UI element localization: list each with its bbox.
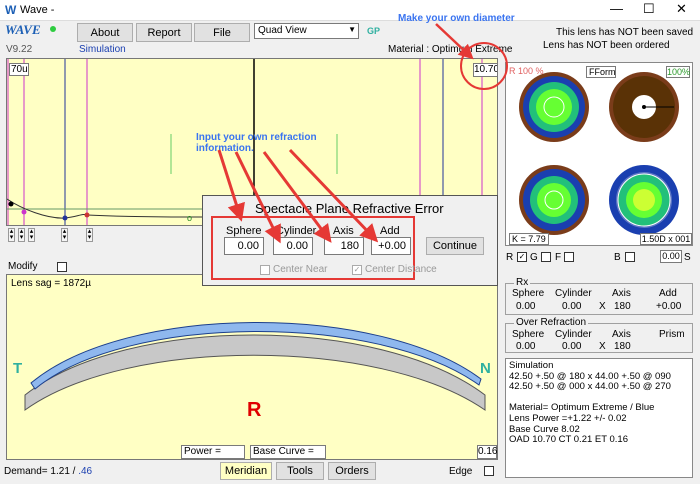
g-toggle-label: G xyxy=(530,252,538,263)
temporal-label: T xyxy=(13,360,23,377)
spinner-1[interactable]: ▴ ▾ xyxy=(8,228,15,242)
f-checkbox[interactable] xyxy=(564,252,574,262)
b-toggle-label: B xyxy=(614,252,621,263)
diameter-input[interactable]: 10.70 xyxy=(473,63,497,77)
s-value-field[interactable]: 0.00 xyxy=(660,250,682,263)
r-percent-label: R 100 % xyxy=(509,66,544,76)
edge-corner-value: 0.16 xyxy=(477,445,498,459)
meridian-button[interactable]: Meridian xyxy=(220,462,272,480)
title-bar: W Wave - — ☐ ✕ xyxy=(0,0,700,21)
sphere-header: Sphere xyxy=(226,225,262,237)
center-near-label: Center Near xyxy=(273,264,328,275)
maximize-button[interactable]: ☐ xyxy=(643,1,655,17)
eye-label: R xyxy=(247,399,262,421)
spinner-4[interactable]: ▴ ▾ xyxy=(61,228,68,242)
close-button[interactable]: ✕ xyxy=(676,1,687,17)
refraction-annotation-line1: Input your own refraction xyxy=(196,132,317,143)
gp-label: GP xyxy=(367,26,381,36)
material-label: Material : Optimum Extreme xyxy=(388,44,513,55)
rx-panel: Rx Sphere Cylinder Axis Add 0.00 0.00 X … xyxy=(505,277,693,315)
demand-value: .46 xyxy=(78,466,93,477)
version-label: V9.22 xyxy=(6,44,33,55)
not-saved-status: This lens has NOT been saved xyxy=(556,27,694,38)
axis-header: Axis xyxy=(333,225,354,237)
fluorescein-maps: R 100 % FForm 100% K = 7.79 1.50D x 001 xyxy=(505,62,693,246)
orders-button[interactable]: Orders xyxy=(328,462,376,480)
g-checkbox[interactable] xyxy=(541,252,551,262)
percent-value: 100% xyxy=(666,66,691,78)
continue-button[interactable]: Continue xyxy=(426,237,484,255)
center-near-checkbox[interactable] xyxy=(260,265,270,275)
report-button[interactable]: Report xyxy=(136,23,192,42)
file-button[interactable]: File xyxy=(194,23,250,42)
minimize-button[interactable]: — xyxy=(610,1,623,16)
center-distance-label: Center Distance xyxy=(365,264,437,275)
nasal-label: N xyxy=(480,360,491,377)
b-checkbox[interactable] xyxy=(625,252,635,262)
s-toggle-label: S xyxy=(684,252,691,263)
view-select[interactable]: Quad View ▼ xyxy=(254,23,359,39)
about-button[interactable]: About xyxy=(77,23,133,42)
rx-title: Rx xyxy=(514,277,531,288)
refraction-dialog: Spectacle Plane Refractive Error Sphere … xyxy=(202,195,498,286)
chevron-down-icon: ▼ xyxy=(348,25,356,34)
not-ordered-status: Lens has NOT been ordered xyxy=(543,40,670,51)
edge-label: Edge xyxy=(449,466,473,477)
center-distance-checkbox[interactable]: ✓ xyxy=(352,265,362,275)
f-toggle-label: F xyxy=(555,252,562,263)
k-value: K = 7.79 xyxy=(509,233,549,245)
demand-label: Demand= 1.21 / .46 xyxy=(4,466,93,477)
refraction-annotation-line2: information. xyxy=(196,143,254,154)
app-icon: W xyxy=(5,3,17,17)
spinner-row: ▴ ▾ ▴ ▾ ▴ ▾ ▴ ▾ ▴ ▾ xyxy=(6,228,206,252)
power-value: Power = +1.22 xyxy=(181,445,245,459)
edge-checkbox[interactable] xyxy=(484,466,494,476)
cylinder-header: Cylinder xyxy=(276,225,317,237)
wave-logo: WAVE xyxy=(5,22,41,37)
r-toggle-label: R xyxy=(506,252,514,263)
svg-text:o: o xyxy=(187,213,192,223)
simulation-link[interactable]: Simulation xyxy=(79,44,126,55)
base-curve-value: Base Curve = 8.02 xyxy=(250,445,326,459)
spinner-3[interactable]: ▴ ▾ xyxy=(28,228,35,242)
modify-label: Modify xyxy=(8,261,38,272)
fform-label: FForm xyxy=(586,66,616,78)
lens-sag-label: Lens sag = 1872µ xyxy=(11,278,91,289)
sphere-input[interactable]: 0.00 xyxy=(224,237,264,255)
graph-scale-value: 70u xyxy=(9,63,29,76)
modify-checkbox[interactable] xyxy=(57,262,67,272)
axis-input[interactable]: 180 xyxy=(324,237,364,255)
r-checkbox[interactable]: ✓ xyxy=(517,252,527,262)
tools-button[interactable]: Tools xyxy=(276,462,324,480)
cylinder-value: 1.50D x 001 xyxy=(640,233,692,245)
over-refraction-panel: Over Refraction Sphere Cylinder Axis Pri… xyxy=(505,317,693,353)
cross-section-view[interactable]: Lens sag = 1872µ T N R Power = +1.22 Bas… xyxy=(6,274,498,460)
cylinder-input[interactable]: 0.00 xyxy=(273,237,313,255)
add-header: Add xyxy=(380,225,400,237)
window-title: Wave - xyxy=(20,4,55,16)
spinner-2[interactable]: ▴ ▾ xyxy=(18,228,25,242)
status-dot xyxy=(50,26,56,32)
simulation-summary: Simulation 42.50 +.50 @ 180 x 44.00 +.50… xyxy=(505,358,693,478)
spinner-5[interactable]: ▴ ▾ xyxy=(86,228,93,242)
dialog-title: Spectacle Plane Refractive Error xyxy=(255,201,444,216)
add-input[interactable]: +0.00 xyxy=(371,237,411,255)
over-refraction-title: Over Refraction xyxy=(514,317,589,328)
diameter-annotation: Make your own diameter xyxy=(398,13,515,24)
